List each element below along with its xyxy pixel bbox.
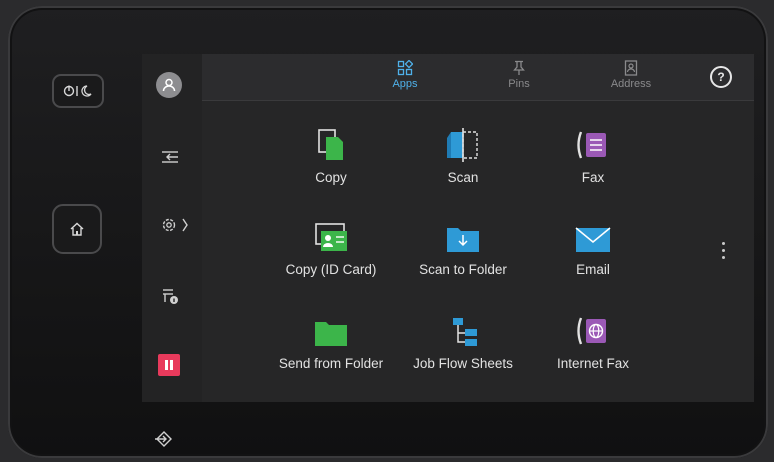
home-button[interactable] (52, 204, 102, 254)
sign-in-icon (162, 151, 178, 163)
tab-address-label: Address (610, 78, 652, 90)
send-from-folder-icon (315, 322, 347, 346)
app-copy-label: Copy (315, 170, 347, 185)
app-copy-id-card[interactable]: Copy (ID Card) (266, 214, 396, 277)
app-send-from-folder[interactable]: Send from Folder (266, 308, 396, 371)
app-fax[interactable]: Fax (528, 122, 658, 185)
app-scan-to-folder[interactable]: Scan to Folder (398, 214, 528, 277)
scan-to-folder-icon (447, 228, 479, 252)
device-frame: Apps Pins Address ? Copy Scan Fax Copy (… (8, 6, 768, 458)
id-card-copy-icon (315, 223, 347, 251)
tab-apps-label: Apps (392, 78, 418, 90)
internet-fax-icon (577, 317, 606, 345)
app-scan[interactable]: Scan (398, 122, 528, 185)
pause-button[interactable] (158, 354, 180, 376)
apps-icon (397, 60, 413, 76)
more-dot (722, 242, 725, 245)
app-internet-fax-label: Internet Fax (556, 356, 630, 371)
pin-icon (513, 60, 525, 75)
app-fax-label: Fax (581, 170, 605, 185)
sign-out-icon (155, 431, 172, 447)
sign-in-button[interactable] (156, 146, 184, 168)
email-icon (575, 227, 611, 252)
app-scan-label: Scan (447, 170, 479, 185)
touch-screen: Apps Pins Address ? Copy Scan Fax Copy (… (142, 54, 754, 402)
app-internet-fax[interactable]: Internet Fax (528, 308, 658, 371)
device-settings-button[interactable] (154, 214, 198, 236)
address-book-icon (624, 60, 638, 76)
app-email[interactable]: Email (528, 214, 658, 277)
left-rail (142, 54, 202, 402)
tab-apps[interactable]: Apps (370, 58, 440, 98)
user-icon (162, 78, 176, 92)
app-copy[interactable]: Copy (266, 122, 396, 185)
pause-icon (165, 360, 173, 370)
app-job-flow-sheets[interactable]: Job Flow Sheets (398, 308, 528, 371)
log-out-button[interactable] (152, 428, 176, 450)
job-status-icon (163, 289, 178, 304)
job-flow-icon (453, 318, 477, 346)
app-send-from-folder-label: Send from Folder (278, 356, 384, 371)
home-icon (70, 222, 84, 236)
more-options-button[interactable] (722, 242, 728, 263)
copy-icon (318, 129, 343, 160)
gear-icon (162, 218, 188, 232)
app-email-label: Email (576, 262, 610, 277)
help-button[interactable]: ? (710, 66, 732, 88)
power-button[interactable] (52, 74, 104, 108)
help-icon: ? (717, 70, 725, 84)
more-dot (722, 256, 725, 259)
scan-icon (447, 128, 478, 162)
app-scan-to-folder-label: Scan to Folder (419, 262, 507, 277)
job-status-button[interactable] (156, 284, 184, 308)
tab-address[interactable]: Address (596, 58, 666, 98)
app-job-flow-sheets-label: Job Flow Sheets (413, 356, 513, 371)
user-avatar[interactable] (156, 72, 182, 98)
power-sleep-icon (63, 85, 92, 97)
fax-icon (577, 131, 606, 159)
more-dot (722, 249, 725, 252)
app-copy-id-card-label: Copy (ID Card) (285, 262, 377, 277)
top-tab-bar: Apps Pins Address ? (202, 54, 754, 101)
tab-pins-label: Pins (508, 78, 530, 90)
tab-pins[interactable]: Pins (484, 58, 554, 98)
